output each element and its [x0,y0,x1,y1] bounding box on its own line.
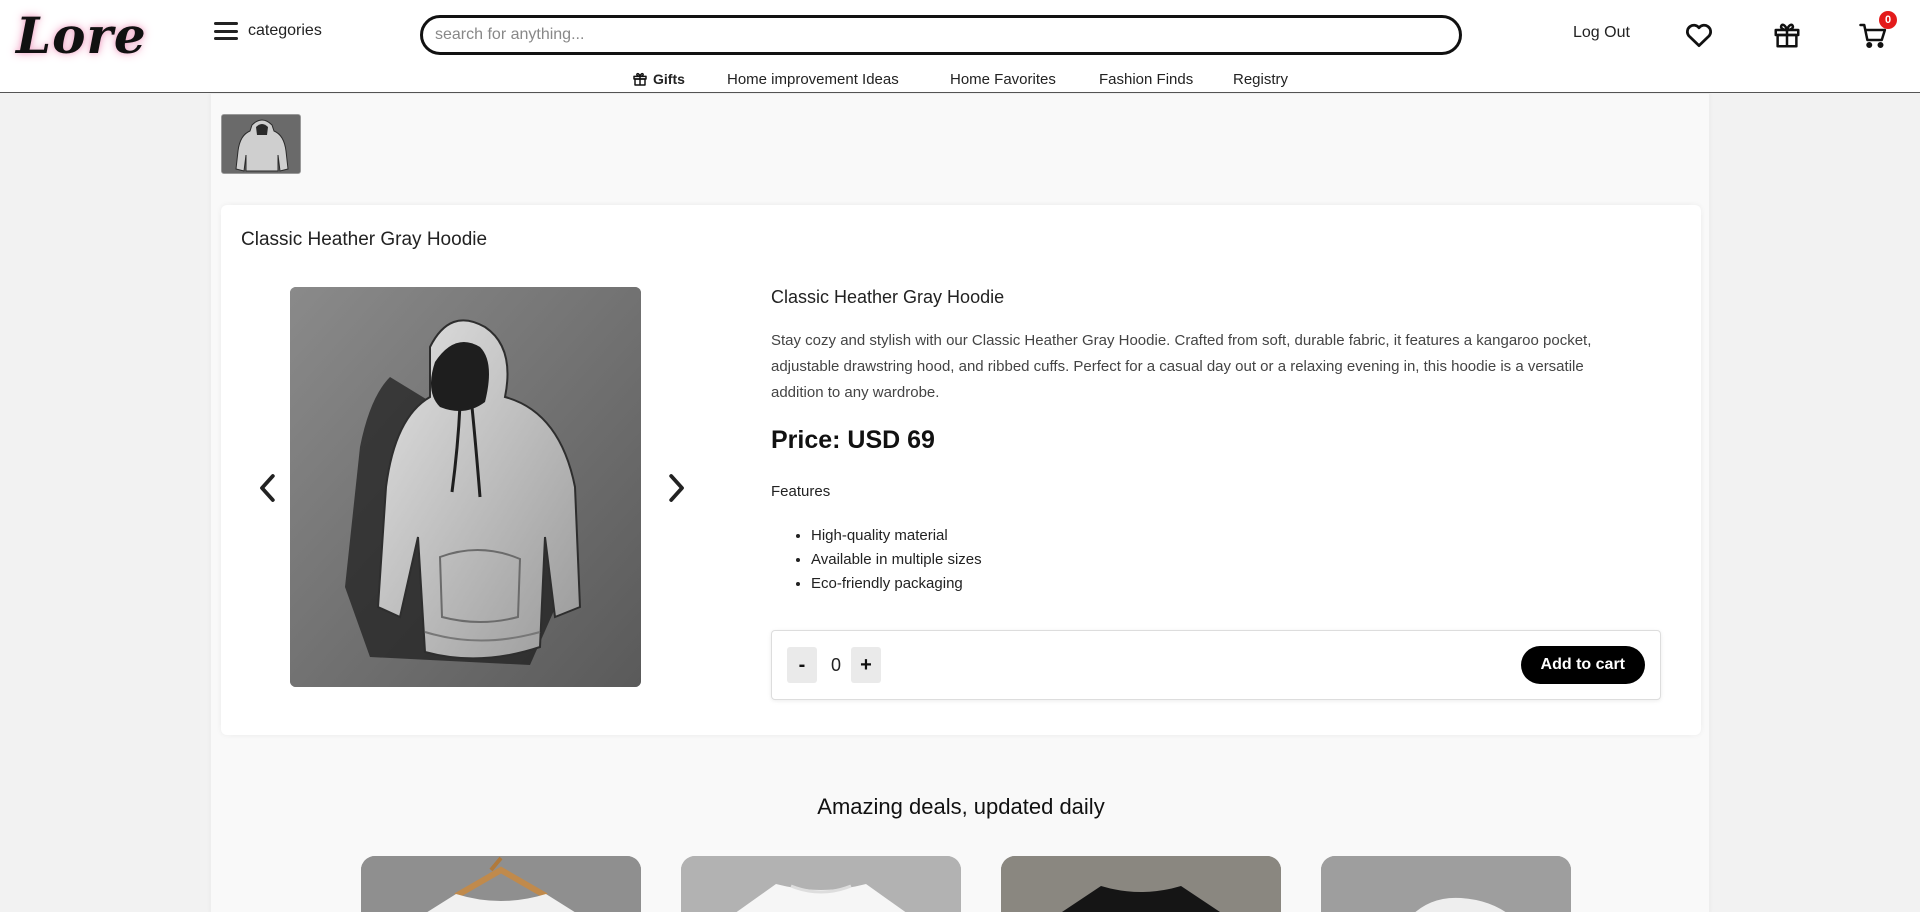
quantity-value: 0 [830,655,841,675]
gift-icon[interactable] [1772,20,1802,50]
deal-card[interactable] [1001,856,1281,912]
nav-gifts-label: Gifts [653,71,685,87]
product-title: Classic Heather Gray Hoodie [771,287,1005,307]
product-card-title: Classic Heather Gray Hoodie [241,229,488,250]
product-price: Price: USD 69 [771,426,935,454]
product-page: Classic Heather Gray Hoodie Classic Heat… [210,94,1710,912]
nav-registry[interactable]: Registry [1233,71,1288,88]
nav-fashion-finds[interactable]: Fashion Finds [1099,71,1193,88]
deal-card[interactable] [361,856,641,912]
decrease-quantity-button[interactable]: - [787,647,817,683]
gift-icon [633,72,647,86]
site-header: Lore categories Log Out 0 Gifts [0,0,1920,93]
features-list: High-quality material Available in multi… [811,524,1621,596]
heart-icon[interactable] [1684,20,1714,50]
product-main-image [290,287,641,687]
add-to-cart-button[interactable]: Add to cart [1520,646,1645,684]
search-input[interactable] [420,15,1462,55]
chevron-right-icon[interactable] [661,470,691,506]
categories-label: categories [248,22,322,39]
deal-card[interactable] [1321,856,1571,912]
add-to-cart-panel: - 0 + Add to cart [771,630,1661,700]
white-tshirt-image [681,856,961,912]
logo[interactable]: Lore [16,6,147,65]
deals-heading: Amazing deals, updated daily [817,794,1105,819]
black-tshirt-image [1001,856,1281,912]
product-description: Stay cozy and stylish with our Classic H… [771,332,1592,401]
nav-home-improvement[interactable]: Home improvement Ideas [727,71,899,88]
product-info: Classic Heather Gray Hoodie Stay cozy an… [771,287,1621,596]
increase-quantity-button[interactable]: + [851,647,881,683]
product-card: Classic Heather Gray Hoodie Classic Heat… [221,205,1701,735]
nav-home-favorites[interactable]: Home Favorites [950,71,1056,88]
chevron-left-icon[interactable] [253,470,283,506]
cart-count-badge: 0 [1879,11,1897,29]
menu-icon [214,22,238,40]
feature-item: High-quality material [811,524,1621,548]
logout-link[interactable]: Log Out [1573,24,1630,42]
product-thumbnail[interactable] [221,114,301,174]
features-heading: Features [771,483,831,500]
sub-navigation: Gifts Home improvement Ideas Home Favori… [0,71,1920,91]
nav-gifts[interactable]: Gifts [632,71,685,87]
feature-item: Eco-friendly packaging [811,572,1621,596]
white-cap-image [1321,856,1571,912]
hoodie-thumbnail-image [222,115,300,173]
deal-card[interactable] [681,856,961,912]
feature-item: Available in multiple sizes [811,548,1621,572]
tshirt-on-hanger-image [361,856,641,912]
categories-menu-button[interactable]: categories [214,22,322,40]
